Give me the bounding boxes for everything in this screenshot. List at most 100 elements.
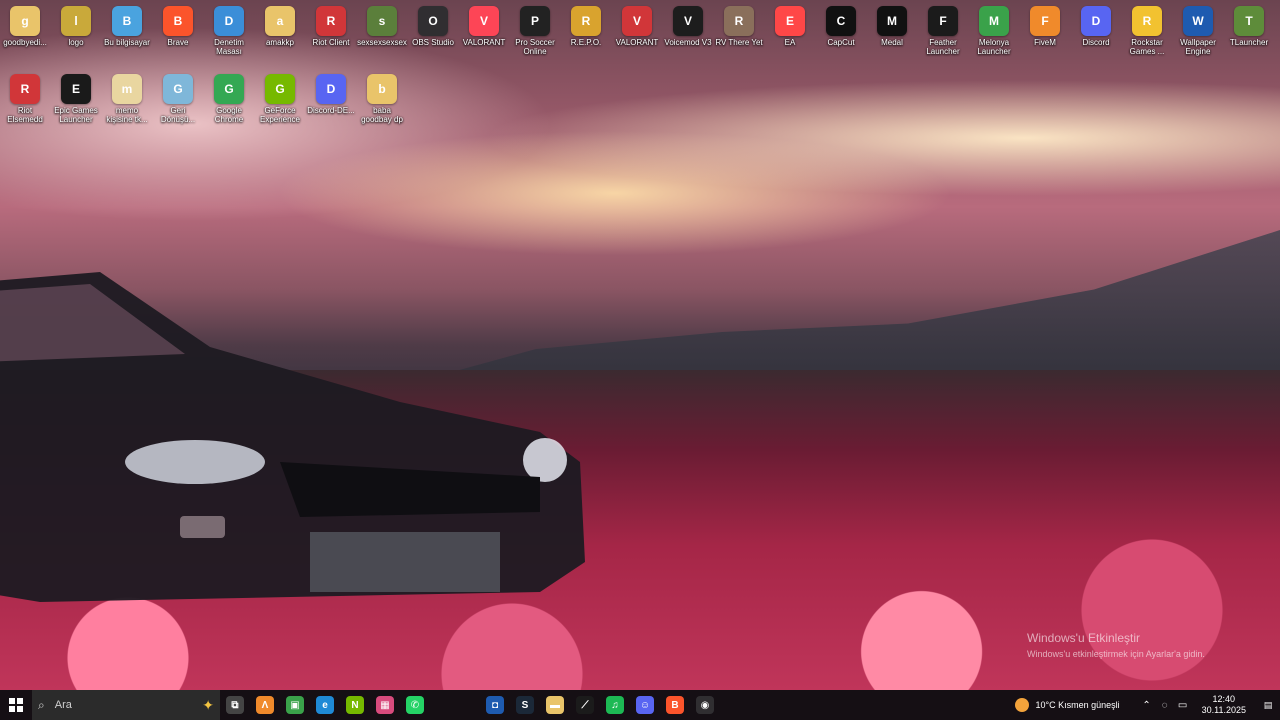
desktop-shortcut-label: VALORANT <box>615 38 659 47</box>
desktop-shortcut[interactable]: F FiveM <box>1020 2 1070 47</box>
taskbar-app-button[interactable]: ✆ <box>400 690 430 720</box>
riot-icon: V <box>622 6 652 36</box>
taskbar-app-button[interactable]: ▬ <box>540 690 570 720</box>
desktop-shortcut[interactable]: s sexsexsexsex <box>357 2 407 47</box>
desktop-shortcut[interactable]: l logo <box>51 2 101 47</box>
desktop-shortcut-label: OBS Studio <box>412 38 454 47</box>
desktop-shortcut-label: Riot Client <box>312 38 350 47</box>
desktop-shortcut-label: Bu bilgisayar <box>104 38 150 47</box>
rv-icon: R <box>724 6 754 36</box>
desktop-shortcut[interactable]: R Riot Client <box>306 2 356 47</box>
desktop-shortcut[interactable]: m memo kişisine tk... <box>102 70 152 124</box>
taskbar-search-box[interactable]: ⌕ Ara ✦ <box>32 690 220 720</box>
taskbar-app-button[interactable]: ◘ <box>480 690 510 720</box>
discord-icon: ☺ <box>636 696 654 714</box>
taskbar-app-button[interactable]: ▣ <box>280 690 310 720</box>
obs-icon: O <box>418 6 448 36</box>
desktop-shortcut[interactable]: C CapCut <box>816 2 866 47</box>
desktop-shortcut-label: Google Chrome <box>214 106 244 124</box>
search-icon: ⌕ <box>38 697 45 712</box>
desktop-shortcut[interactable]: D Denetim Masası <box>204 2 254 56</box>
desktop-shortcut[interactable]: W Wallpaper Engine <box>1173 2 1223 56</box>
desktop-shortcut[interactable]: a amakkp <box>255 2 305 47</box>
desktop-shortcut[interactable]: b baba goodbay dp <box>357 70 407 124</box>
taskbar-app-button[interactable]: Λ <box>250 690 280 720</box>
desktop-shortcut-label: GeForce Experience <box>259 106 301 124</box>
desktop-shortcut[interactable]: M Melonya Launcher <box>969 2 1019 56</box>
desktop-shortcut[interactable]: G GeForce Experience <box>255 70 305 124</box>
nvidia-icon: G <box>265 74 295 104</box>
wallpaper-engine-icon: W <box>1183 6 1213 36</box>
taskbar-app-button[interactable]: ⧉ <box>220 690 250 720</box>
desktop-shortcut[interactable]: B Bu bilgisayar <box>102 2 152 47</box>
desktop-shortcut-label: Pro Soccer Online <box>515 38 555 56</box>
gta-icon: s <box>367 6 397 36</box>
taskbar-app-button[interactable]: ♫ <box>600 690 630 720</box>
taskbar-app-button[interactable]: ◉ <box>690 690 720 720</box>
image-icon: l <box>61 6 91 36</box>
notification-icon[interactable]: ▤ <box>1256 700 1280 711</box>
whatsapp-icon: ✆ <box>406 696 424 714</box>
windows-activation-watermark: Windows'u Etkinleştir Windows'u etkinleş… <box>1027 631 1205 659</box>
desktop-shortcut-label: FiveM <box>1034 38 1056 47</box>
taskbar: ⌕ Ara ✦ ⧉ Λ ▣ e N ▦ ✆ ◘ S ▬ ⟋ ♫ ☺ B ◉ 10°C Kısmen güne… <box>0 690 1280 720</box>
desktop-shortcut[interactable]: G Google Chrome <box>204 70 254 124</box>
desktop-shortcut[interactable]: O OBS Studio <box>408 2 458 47</box>
desktop-shortcut[interactable]: G Geri Dönüşü... <box>153 70 203 124</box>
melonya-icon: M <box>979 6 1009 36</box>
desktop-shortcut[interactable]: E EA <box>765 2 815 47</box>
feather-icon: F <box>928 6 958 36</box>
desktop-shortcut[interactable]: P Pro Soccer Online <box>510 2 560 56</box>
taskbar-app-button[interactable]: ▦ <box>370 690 400 720</box>
desktop-shortcut[interactable]: R R.E.P.O. <box>561 2 611 47</box>
desktop-shortcut[interactable]: D Discord-DE... <box>306 70 356 115</box>
weather-sun-icon <box>1015 698 1030 712</box>
desktop-shortcut[interactable]: V VALORANT <box>612 2 662 47</box>
document-icon: m <box>112 74 142 104</box>
spotify-icon: ♫ <box>606 696 624 714</box>
fivem-icon: Λ <box>256 696 274 714</box>
taskbar-app-button[interactable]: ⟋ <box>570 690 600 720</box>
desktop-shortcut[interactable]: R RV There Yet <box>714 2 764 47</box>
chevron-up-icon[interactable]: ⌃ <box>1138 700 1156 711</box>
desktop-shortcut[interactable]: R Riot Elsemedd <box>0 70 50 124</box>
taskbar-app-button[interactable]: ☺ <box>630 690 660 720</box>
taskbar-app-button[interactable]: N <box>340 690 370 720</box>
start-button[interactable] <box>0 690 32 720</box>
valorant-icon: V <box>469 6 499 36</box>
taskbar-app-button[interactable]: S <box>510 690 540 720</box>
desktop-shortcut[interactable]: R Rockstar Games ... <box>1122 2 1172 56</box>
network-icon[interactable]: ◌ <box>1156 700 1174 711</box>
wallpaper-car <box>0 272 585 602</box>
obs-icon: ◉ <box>696 696 714 714</box>
discord-icon: D <box>316 74 346 104</box>
desktop-shortcut-label: R.E.P.O. <box>570 38 602 47</box>
desktop-shortcut[interactable]: M Medal <box>867 2 917 47</box>
windows-logo-icon <box>9 698 23 712</box>
clock-date: 30.11.2025 <box>1201 705 1246 715</box>
desktop-shortcut[interactable]: V Voicemod V3 <box>663 2 713 47</box>
taskbar-apps: ⧉ Λ ▣ e N ▦ ✆ ◘ S ▬ ⟋ ♫ ☺ B ◉ <box>220 690 720 720</box>
display-icon[interactable]: ▭ <box>1174 700 1192 711</box>
taskbar-app-button[interactable]: e <box>310 690 340 720</box>
desktop-shortcut-label: RV There Yet <box>715 38 763 47</box>
desktop-shortcut-label: Brave <box>167 38 189 47</box>
desktop-shortcut[interactable]: F Feather Launcher <box>918 2 968 56</box>
system-tray: 10°C Kısmen güneşli ⌃ ◌ ▭ 12:40 30.11.20… <box>1015 690 1280 720</box>
repo-icon: R <box>571 6 601 36</box>
taskbar-clock[interactable]: 12:40 30.11.2025 <box>1202 694 1246 716</box>
taskbar-app-button[interactable]: B <box>660 690 690 720</box>
rockstar-icon: R <box>1132 6 1162 36</box>
desktop-shortcut[interactable]: E Epic Games Launcher <box>51 70 101 124</box>
desktop-shortcut-label: TLauncher <box>1229 38 1269 47</box>
desktop-shortcut[interactable]: g goodbyedi... <box>0 2 50 47</box>
desktop-shortcut-label: EA <box>784 38 796 47</box>
desktop-shortcut-label: Discord <box>1082 38 1110 47</box>
desktop-shortcut[interactable]: B Brave <box>153 2 203 47</box>
desktop-shortcut[interactable]: D Discord <box>1071 2 1121 47</box>
activation-title: Windows'u Etkinleştir <box>1027 631 1140 645</box>
desktop-shortcut[interactable]: T TLauncher <box>1224 2 1274 47</box>
weather-widget[interactable]: 10°C Kısmen güneşli <box>1015 698 1120 712</box>
desktop-shortcut[interactable]: V VALORANT <box>459 2 509 47</box>
weather-text: 10°C Kısmen güneşli <box>1035 700 1120 710</box>
